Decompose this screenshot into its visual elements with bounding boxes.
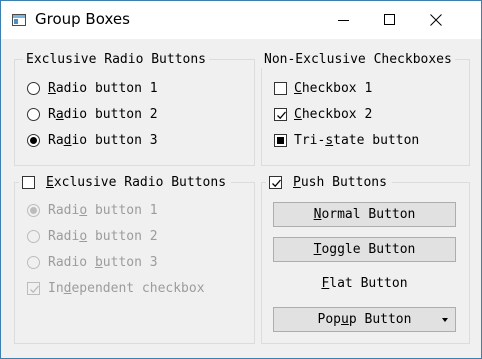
- close-icon: [430, 14, 442, 26]
- disabled-radio-button-2-label: Radio button 2: [48, 229, 158, 244]
- radio-indicator: [27, 108, 40, 121]
- disabled-radio-button-3[interactable]: Radio button 3: [27, 255, 227, 273]
- title-bar[interactable]: Group Boxes: [1, 1, 481, 39]
- tri-state-checkbox-label: Tri-state button: [294, 133, 420, 148]
- group-checkbox-indicator: [22, 176, 35, 189]
- app-window-icon: [11, 12, 27, 28]
- disabled-radio-button-1-label: Radio button 1: [48, 203, 158, 218]
- toggle-button[interactable]: Toggle Button: [273, 237, 456, 262]
- maximize-button[interactable]: [367, 1, 413, 39]
- radio-indicator-disabled: [27, 230, 40, 243]
- push-buttons-group-title: Push Buttons: [293, 175, 387, 190]
- flat-button[interactable]: Flat Button: [273, 272, 456, 297]
- disabled-radio-button-3-label: Radio button 3: [48, 255, 158, 270]
- radio-button-1[interactable]: Radio button 1: [27, 81, 227, 99]
- maximize-icon: [384, 14, 395, 25]
- disabled-radio-button-2[interactable]: Radio button 2: [27, 229, 227, 247]
- non-exclusive-checkbox-group-title: Non-Exclusive Checkboxes: [261, 52, 455, 68]
- checkable-radio-group-toggle[interactable]: Exclusive Radio Buttons: [19, 175, 231, 193]
- popup-button[interactable]: Popup Button: [273, 307, 456, 332]
- radio-button-1-label: Radio button 1: [48, 81, 158, 96]
- checkbox-1-label: Checkbox 1: [294, 81, 373, 96]
- minimize-icon: [338, 20, 349, 21]
- toggle-button-label: Toggle Button: [313, 242, 416, 257]
- checkbox-indicator-checked: [274, 108, 287, 121]
- checkbox-indicator-partial: [274, 134, 287, 147]
- radio-button-3[interactable]: Radio button 3: [27, 133, 227, 151]
- checkbox-indicator: [274, 82, 287, 95]
- normal-button[interactable]: Normal Button: [273, 202, 456, 227]
- tri-state-checkbox[interactable]: Tri-state button: [274, 133, 454, 151]
- exclusive-radio-group-title: Exclusive Radio Buttons: [23, 52, 210, 68]
- close-button[interactable]: [413, 1, 459, 39]
- radio-indicator-checked: [27, 134, 40, 147]
- radio-button-2-label: Radio button 2: [48, 107, 158, 122]
- flat-button-label: Flat Button: [321, 276, 408, 291]
- checkmark-icon: [30, 285, 39, 294]
- disabled-radio-button-1[interactable]: Radio button 1: [27, 203, 227, 221]
- radio-button-2[interactable]: Radio button 2: [27, 107, 227, 125]
- dropdown-arrow-icon: [442, 318, 448, 322]
- checkable-radio-group-title: Exclusive Radio Buttons: [46, 175, 227, 190]
- independent-checkbox-label: Independent checkbox: [48, 281, 205, 296]
- checkmark-icon: [277, 111, 286, 120]
- checkmark-icon: [272, 179, 281, 188]
- radio-indicator: [27, 82, 40, 95]
- push-buttons-group-toggle[interactable]: Push Buttons: [266, 175, 392, 193]
- normal-button-label: Normal Button: [313, 207, 416, 222]
- radio-indicator-disabled: [27, 256, 40, 269]
- checkbox-1[interactable]: Checkbox 1: [274, 81, 454, 99]
- checkbox-indicator-disabled-checked: [27, 282, 40, 295]
- main-window: Group Boxes Exclusive Radio Buttons Radi…: [0, 0, 482, 359]
- independent-checkbox[interactable]: Independent checkbox: [27, 281, 242, 299]
- window-title: Group Boxes: [35, 10, 130, 28]
- checkbox-2[interactable]: Checkbox 2: [274, 107, 454, 125]
- radio-indicator-disabled-checked: [27, 204, 40, 217]
- minimize-button[interactable]: [321, 1, 367, 39]
- radio-button-3-label: Radio button 3: [48, 133, 158, 148]
- popup-button-label: Popup Button: [317, 312, 412, 327]
- group-checkbox-indicator-checked: [269, 176, 282, 189]
- checkbox-2-label: Checkbox 2: [294, 107, 373, 122]
